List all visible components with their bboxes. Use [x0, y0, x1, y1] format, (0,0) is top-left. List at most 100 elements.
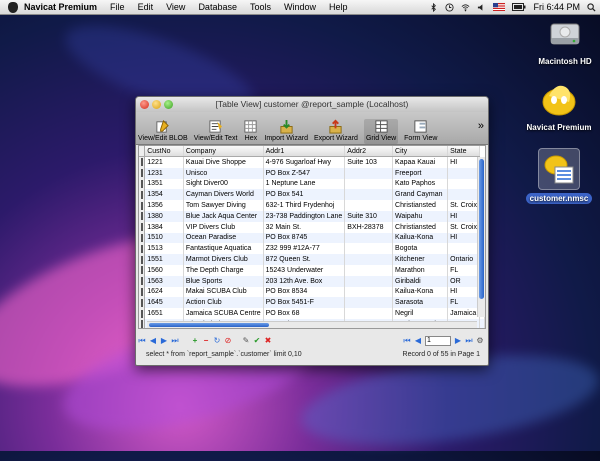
menu-database[interactable]: Database — [198, 2, 237, 12]
vertical-scroll-thumb[interactable] — [479, 159, 484, 299]
us-flag-icon[interactable] — [493, 3, 506, 11]
cell-addr2[interactable] — [344, 167, 394, 179]
column-header-addr2[interactable]: Addr2 — [344, 146, 394, 157]
cell-custno[interactable]: 1356 — [144, 200, 184, 211]
cell-company[interactable]: Marmot Divers Club — [183, 254, 264, 265]
menu-help[interactable]: Help — [329, 2, 348, 12]
cell-addr1[interactable]: PO Box 8745 — [263, 232, 346, 244]
table-row[interactable]: 1563 Blue Sports 203 12th Ave. Box Giribald… — [139, 275, 485, 287]
cell-addr2[interactable] — [344, 297, 394, 309]
cell-company[interactable]: Ocean Paradise — [183, 232, 264, 244]
cell-state[interactable]: HI — [447, 210, 480, 222]
cell-custno[interactable]: 1354 — [144, 189, 184, 201]
menu-view[interactable]: View — [166, 2, 185, 12]
last-record-icon[interactable]: ⏭ — [171, 337, 179, 345]
table-row[interactable]: 1380 Blue Jack Aqua Center 23-738 Paddingt… — [139, 210, 485, 222]
cell-custno[interactable]: 1510 — [144, 232, 184, 244]
cell-addr2[interactable] — [344, 275, 394, 287]
import-wizard-button[interactable]: Import Wizard — [264, 119, 308, 144]
cell-city[interactable]: Marathon — [392, 264, 449, 276]
cell-city[interactable]: Bogota — [392, 243, 449, 255]
cell-state[interactable]: FL — [447, 297, 480, 309]
cell-city[interactable]: Negril — [392, 308, 449, 319]
column-header-state[interactable]: State — [447, 146, 480, 157]
menu-edit[interactable]: Edit — [138, 2, 154, 12]
cell-addr1[interactable]: 203 12th Ave. Box — [263, 275, 346, 287]
grid-view-button[interactable]: Grid View — [363, 119, 399, 144]
cell-addr1[interactable]: Z32 999 #12A-77 — [263, 243, 346, 255]
cell-addr1[interactable]: 23-738 Paddington Lane — [263, 210, 346, 222]
export-wizard-button[interactable]: Export Wizard — [314, 119, 358, 144]
table-row[interactable]: 1354 Cayman Divers World PO Box 541 Grand C… — [139, 189, 485, 201]
cell-addr1[interactable]: 1 Neptune Lane — [263, 178, 346, 190]
menu-file[interactable]: File — [110, 2, 125, 12]
column-header-city[interactable]: City — [392, 146, 449, 157]
cell-addr2[interactable] — [344, 254, 394, 265]
wifi-icon[interactable] — [461, 3, 470, 12]
form-view-button[interactable]: Form View — [404, 119, 437, 144]
cell-city[interactable]: Kapaa Kauai — [392, 156, 449, 168]
cell-custno[interactable]: 1384 — [144, 221, 184, 233]
horizontal-scroll-thumb[interactable] — [149, 323, 269, 327]
cell-custno[interactable]: 1560 — [144, 264, 184, 276]
cell-city[interactable]: Giribaldi — [392, 275, 449, 287]
cell-city[interactable]: Christiansted — [392, 221, 449, 233]
next-page-icon[interactable]: ▶ — [454, 337, 462, 345]
cell-custno[interactable]: 1231 — [144, 167, 184, 179]
view-edit-blob-button[interactable]: View/Edit BLOB — [138, 119, 188, 144]
cell-state[interactable]: OR — [447, 275, 480, 287]
refresh-icon[interactable]: ↻ — [213, 337, 221, 345]
cell-company[interactable]: Fantastique Aquatica — [183, 243, 264, 255]
cell-addr1[interactable]: 32 Main St. — [263, 221, 346, 233]
cell-addr1[interactable]: 632-1 Third Frydenhoj — [263, 200, 346, 211]
table-row[interactable]: 1384 VIP Divers Club 32 Main St. BXH-28378 C… — [139, 221, 485, 233]
cell-city[interactable]: Christiansted — [392, 200, 449, 211]
toolbar-overflow-button[interactable]: » — [478, 120, 484, 132]
cell-addr2[interactable] — [344, 189, 394, 201]
cell-addr1[interactable]: PO Box 8534 — [263, 286, 346, 298]
horizontal-scrollbar[interactable] — [147, 321, 477, 328]
cell-addr2[interactable]: BXH-28378 — [344, 221, 394, 233]
cell-addr2[interactable] — [344, 264, 394, 276]
cell-state[interactable]: HI — [447, 156, 480, 168]
cell-state[interactable]: HI — [447, 286, 480, 298]
cell-state[interactable]: St. Croix — [447, 221, 480, 233]
cell-company[interactable]: Blue Jack Aqua Center — [183, 210, 264, 222]
zoom-icon[interactable] — [164, 100, 173, 109]
cell-state[interactable]: Ontario — [447, 254, 480, 265]
cell-custno[interactable]: 1513 — [144, 243, 184, 255]
cell-company[interactable]: Kauai Dive Shoppe — [183, 156, 264, 168]
cell-addr1[interactable]: PO Box Z-547 — [263, 167, 346, 179]
page-number-input[interactable]: 1 — [425, 336, 451, 346]
table-row[interactable]: 1510 Ocean Paradise PO Box 8745 Kailua-Kona… — [139, 232, 485, 244]
cell-addr2[interactable] — [344, 232, 394, 244]
cell-city[interactable]: Kato Paphos — [392, 178, 449, 190]
cell-city[interactable]: Grand Cayman — [392, 189, 449, 201]
menu-app-name[interactable]: Navicat Premium — [24, 2, 97, 12]
minimize-icon[interactable] — [152, 100, 161, 109]
next-record-icon[interactable]: ▶ — [160, 337, 168, 345]
cell-addr2[interactable]: Suite 310 — [344, 210, 394, 222]
cell-company[interactable]: Action Club — [183, 297, 264, 309]
menu-tools[interactable]: Tools — [250, 2, 271, 12]
close-icon[interactable] — [140, 100, 149, 109]
cell-city[interactable]: Waipahu — [392, 210, 449, 222]
last-page-icon[interactable]: ⏭ — [465, 337, 473, 345]
prev-record-icon[interactable]: ◀ — [149, 337, 157, 345]
cell-addr2[interactable] — [344, 308, 394, 319]
table-row[interactable]: 1645 Action Club PO Box 5451-F Sarasota FL — [139, 297, 485, 309]
first-page-icon[interactable]: ⏮ — [403, 337, 411, 345]
cell-state[interactable] — [447, 243, 480, 255]
window-titlebar[interactable]: [Table View] customer @report_sample (Lo… — [136, 97, 488, 112]
column-header-addr1[interactable]: Addr1 — [263, 146, 346, 157]
cell-addr2[interactable]: Suite 103 — [344, 156, 394, 168]
cell-addr2[interactable] — [344, 286, 394, 298]
table-row[interactable]: 1513 Fantastique Aquatica Z32 999 #12A-77 B… — [139, 243, 485, 255]
table-row[interactable]: 1351 Sight Diver00 1 Neptune Lane Kato Paph… — [139, 178, 485, 190]
cell-addr1[interactable]: 872 Queen St. — [263, 254, 346, 265]
cell-addr1[interactable]: PO Box 68 — [263, 308, 346, 319]
cell-custno[interactable]: 1563 — [144, 275, 184, 287]
cell-company[interactable]: Jamaica SCUBA Centre — [183, 308, 264, 319]
table-row[interactable]: 1356 Tom Sawyer Diving 632-1 Third Frydenh… — [139, 200, 485, 211]
cell-custno[interactable]: 1651 — [144, 308, 184, 319]
